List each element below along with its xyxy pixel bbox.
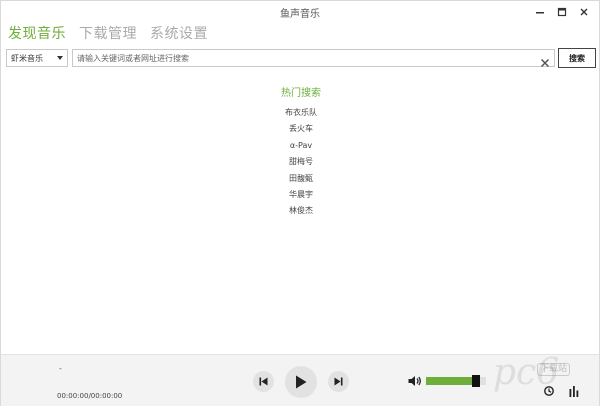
skip-previous-icon <box>259 377 268 386</box>
clear-search-button[interactable] <box>540 53 550 68</box>
window-controls <box>529 3 595 21</box>
minimize-button[interactable] <box>529 3 551 21</box>
track-title: - <box>59 364 62 373</box>
search-box <box>72 49 555 68</box>
play-icon <box>296 375 307 389</box>
tab-system-settings[interactable]: 系统设置 <box>150 24 208 44</box>
music-source-value: 虾米音乐 <box>11 53 43 63</box>
maximize-icon <box>557 7 567 17</box>
main-tabs: 发现音乐 下载管理 系统设置 <box>8 24 208 44</box>
play-button[interactable] <box>285 366 317 398</box>
clear-icon <box>540 58 550 68</box>
close-button[interactable] <box>573 3 595 21</box>
hot-search-item[interactable]: 林俊杰 <box>1 203 600 219</box>
volume-handle[interactable] <box>472 375 480 387</box>
volume-slider[interactable] <box>426 375 486 387</box>
window-title: 鱼声音乐 <box>280 9 320 20</box>
hot-search-item[interactable]: 华晨宇 <box>1 187 600 203</box>
close-icon <box>580 8 588 16</box>
hot-search-item[interactable]: 甜梅号 <box>1 154 600 170</box>
hot-search-section: 热门搜索 布衣乐队 丢火车 α-Pav 甜梅号 田馥甄 华晨宇 林俊杰 <box>1 87 600 220</box>
search-input[interactable] <box>77 51 537 65</box>
app-window: 鱼声音乐 发现音乐 下载管理 系统设置 虾米音乐 搜索 热门搜索 <box>0 0 600 406</box>
track-time: 00:00:00/00:00:00 <box>57 392 123 400</box>
music-source-select[interactable]: 虾米音乐 <box>6 49 68 67</box>
hot-search-item[interactable]: 布衣乐队 <box>1 105 600 121</box>
search-button[interactable]: 搜索 <box>558 48 596 68</box>
tab-discover-music[interactable]: 发现音乐 <box>8 24 66 44</box>
hot-search-item[interactable]: α-Pav <box>1 138 600 154</box>
minimize-icon <box>536 12 544 14</box>
hot-search-item[interactable]: 田馥甄 <box>1 171 600 187</box>
title-bar: 鱼声音乐 <box>1 1 599 23</box>
previous-track-button[interactable] <box>253 371 274 392</box>
skip-next-icon <box>334 377 343 386</box>
next-track-button[interactable] <box>328 371 349 392</box>
hot-search-item[interactable]: 丢火车 <box>1 121 600 137</box>
chevron-down-icon <box>57 56 63 60</box>
hot-search-title: 热门搜索 <box>281 88 321 99</box>
tab-download-manager[interactable]: 下载管理 <box>79 24 137 44</box>
volume-level <box>426 377 472 385</box>
maximize-button[interactable] <box>551 3 573 21</box>
hot-search-list: 布衣乐队 丢火车 α-Pav 甜梅号 田馥甄 华晨宇 林俊杰 <box>1 105 600 220</box>
volume-icon[interactable] <box>408 375 422 387</box>
watermark-label: 下载站 <box>537 363 571 376</box>
site-watermark: pc6 下载站 <box>493 353 591 397</box>
